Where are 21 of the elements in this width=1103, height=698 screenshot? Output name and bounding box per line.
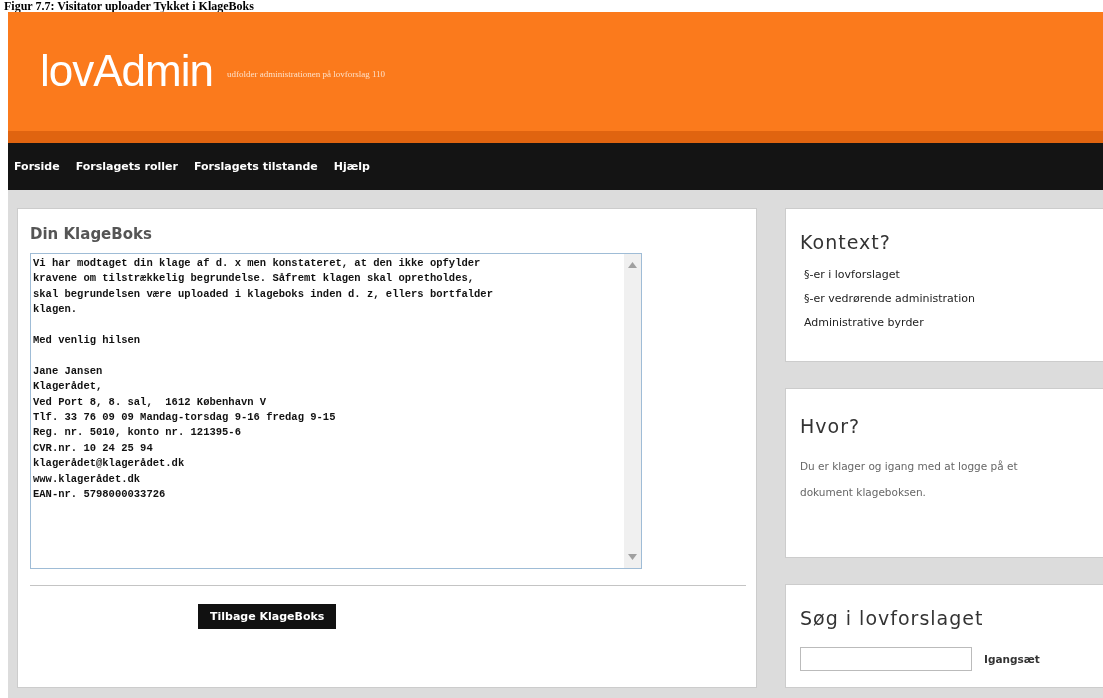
nav-link[interactable]: Forslagets roller [75, 159, 178, 173]
card-title: Søg i lovforslaget [800, 607, 984, 629]
card-title: Kontext? [800, 231, 891, 253]
sidebar-link[interactable]: Administrative byrder [804, 316, 924, 329]
info-text: Du er klager og igang med at logge på et dokument klageboksen. [800, 459, 1019, 500]
search-field[interactable] [800, 647, 972, 671]
back-button[interactable]: Tilbage KlageBoks [198, 604, 337, 629]
message-textarea[interactable]: Vi har modtaget din klage af d. x men konstateret, at den ikke opfylder kravene om tilstrækkelig begrundelse. Såfremt klagen skal opretholdes, skal begrundelsen være uploaded i klageboks inden d. z, ellers bortfalder klagen. Med venlig hilsen Jane Jansen Klagerådet, Ved Port 8, 8. sal, 1612 København V Tlf. 33 76 09 09 Mandag-torsdag 9-16 fredag 9-15 Reg. nr. 5010, konto nr. 121395-6 CVR.nr. 10 24 25 94 klagerådet@klagerådet.dk www.klagerådet.dk EAN-nr. 5798000033726 [30, 253, 642, 569]
scroll-down-icon[interactable] [628, 554, 637, 560]
card-title: Hvor? [800, 415, 861, 437]
panel-title: Din KlageBoks [30, 225, 152, 243]
scrollbar[interactable] [624, 254, 641, 568]
tagline: udfolder administrationen på lovforslag 110 [226, 69, 386, 80]
sidebar-link[interactable]: §-er i lovforslaget [804, 268, 900, 281]
search-button[interactable]: Igangsæt [984, 653, 1040, 665]
figure-caption: Figur 7.7: Visitator uploader Tykket i KlageBoks [3, 0, 254, 12]
nav-link[interactable]: Forside [14, 159, 60, 173]
nav-link[interactable]: Forslagets tilstande [193, 159, 318, 173]
nav-link[interactable]: Hjælp [333, 159, 370, 173]
sidebar-link[interactable]: §-er vedrørende administration [804, 292, 975, 305]
scroll-up-icon[interactable] [628, 262, 637, 268]
